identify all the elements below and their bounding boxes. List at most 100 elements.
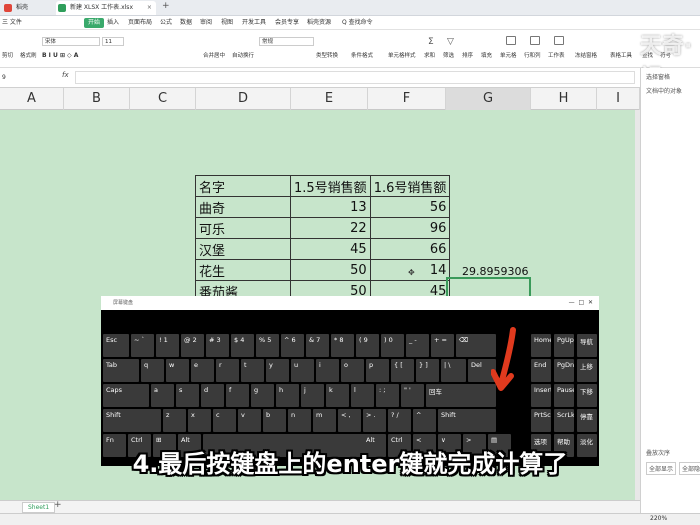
zoom-level[interactable]: 220% — [650, 515, 667, 522]
key-enter[interactable]: 回车 — [426, 384, 496, 407]
key[interactable]: h — [276, 384, 299, 407]
key-end[interactable]: End — [531, 359, 551, 382]
sort-button[interactable]: 排序 — [462, 51, 473, 59]
row-col-button[interactable]: 行和列 — [524, 51, 541, 59]
key[interactable]: * 8 — [331, 334, 354, 357]
header-cell-name[interactable]: 名字 — [195, 175, 291, 197]
cell-button[interactable]: 单元格 — [500, 51, 517, 59]
key[interactable]: y — [266, 359, 289, 382]
key-move-up[interactable]: 上移 — [577, 359, 597, 382]
key[interactable]: " ' — [401, 384, 424, 407]
add-sheet-icon[interactable]: + — [54, 500, 62, 510]
menu-review[interactable]: 审阅 — [200, 18, 212, 28]
font-select[interactable]: 宋体 — [42, 37, 100, 46]
sheet-tab-sheet1[interactable]: Sheet1 — [22, 502, 56, 513]
col-header-e[interactable]: E — [291, 88, 368, 110]
col-header-b[interactable]: B — [64, 88, 130, 110]
key-move-down[interactable]: 下移 — [577, 384, 597, 407]
menu-view[interactable]: 视图 — [221, 18, 233, 28]
col-header-c[interactable]: C — [130, 88, 196, 110]
col-header-g[interactable]: G — [446, 88, 531, 110]
key[interactable]: % 5 — [256, 334, 279, 357]
key[interactable]: w — [166, 359, 189, 382]
key-dock[interactable]: 停靠 — [577, 409, 597, 432]
key[interactable]: & 7 — [306, 334, 329, 357]
sum-button[interactable]: 求和 — [424, 51, 435, 59]
table-tools-button[interactable]: 表格工具 — [610, 51, 632, 59]
key[interactable]: q — [141, 359, 164, 382]
key[interactable]: n — [288, 409, 311, 432]
table-cell[interactable]: 66 — [369, 238, 451, 260]
menu-search-command[interactable]: Q 查找命令 — [342, 18, 373, 28]
key[interactable]: ? / — [388, 409, 411, 432]
key-pgup[interactable]: PgUp — [554, 334, 574, 357]
cut-button[interactable]: 剪切 — [2, 51, 13, 59]
table-cell[interactable]: 45 — [290, 238, 371, 260]
key[interactable]: g — [251, 384, 274, 407]
formula-input[interactable] — [75, 71, 635, 84]
key[interactable]: v — [238, 409, 261, 432]
table-cell[interactable]: 曲奇 — [195, 196, 291, 218]
key-shift-left[interactable]: Shift — [103, 409, 161, 432]
menu-formulas[interactable]: 公式 — [160, 18, 172, 28]
key[interactable]: d — [201, 384, 224, 407]
menu-home[interactable]: 开始 — [84, 18, 105, 28]
col-header-a[interactable]: A — [0, 88, 64, 110]
menu-page-layout[interactable]: 页面布局 — [128, 18, 152, 28]
key[interactable]: # 3 — [206, 334, 229, 357]
key-backspace[interactable]: ⌫ — [456, 334, 496, 357]
table-cell[interactable]: 96 — [369, 217, 451, 239]
merge-center-button[interactable]: 合并居中 — [203, 51, 225, 59]
key-nav[interactable]: 导航 — [577, 334, 597, 357]
menu-member[interactable]: 会员专享 — [275, 18, 299, 28]
key[interactable]: s — [176, 384, 199, 407]
header-cell-sales-1-5[interactable]: 1.5号销售额 — [290, 175, 371, 197]
menu-data[interactable]: 数据 — [180, 18, 192, 28]
key[interactable]: ) 0 — [381, 334, 404, 357]
key[interactable]: ^ 6 — [281, 334, 304, 357]
key[interactable]: r — [216, 359, 239, 382]
cell-style-button[interactable]: 单元格样式 — [388, 51, 416, 59]
menu-insert[interactable]: 插入 — [107, 18, 119, 28]
type-convert-button[interactable]: 类型转换 — [316, 51, 338, 59]
key[interactable]: m — [313, 409, 336, 432]
menu-developer[interactable]: 开发工具 — [242, 18, 266, 28]
worksheet-button[interactable]: 工作表 — [548, 51, 565, 59]
key-insert[interactable]: Insert — [531, 384, 551, 407]
tab-workbook[interactable]: 新建 XLSX 工作表.xlsx × — [56, 1, 156, 15]
key-tab[interactable]: Tab — [103, 359, 139, 382]
table-cell[interactable]: 13 — [290, 196, 371, 218]
keyboard-window-controls[interactable]: — □ ✕ — [569, 296, 593, 310]
key[interactable]: } ] — [416, 359, 439, 382]
menu-docer-resources[interactable]: 稻壳资源 — [307, 18, 331, 28]
col-header-h[interactable]: H — [531, 88, 597, 110]
key[interactable]: + = — [431, 334, 454, 357]
key[interactable]: $ 4 — [231, 334, 254, 357]
key[interactable]: a — [151, 384, 174, 407]
key[interactable]: > . — [363, 409, 386, 432]
key[interactable]: f — [226, 384, 249, 407]
key[interactable]: t — [241, 359, 264, 382]
key[interactable]: : ; — [376, 384, 399, 407]
key[interactable]: j — [301, 384, 324, 407]
key[interactable]: < , — [338, 409, 361, 432]
col-header-d[interactable]: D — [196, 88, 291, 110]
new-tab-icon[interactable]: + — [162, 1, 170, 11]
key-pgdn[interactable]: PgDn — [554, 359, 574, 382]
bold-icon[interactable]: B I U ⊞ ◇ A — [42, 52, 78, 59]
key[interactable]: _ - — [406, 334, 429, 357]
key[interactable]: { [ — [391, 359, 414, 382]
key-shift-right[interactable]: Shift — [438, 409, 496, 432]
key-arrow-up[interactable]: ^ — [413, 409, 436, 432]
key-scrlk[interactable]: ScrLk — [554, 409, 574, 432]
menu-file[interactable]: 三 文件 — [2, 18, 22, 28]
key[interactable]: c — [213, 409, 236, 432]
key[interactable]: u — [291, 359, 314, 382]
key[interactable]: p — [366, 359, 389, 382]
table-cell[interactable]: 可乐 — [195, 217, 291, 239]
table-cell[interactable]: 56 — [369, 196, 451, 218]
key[interactable]: ! 1 — [156, 334, 179, 357]
number-format-select[interactable]: 常规 — [259, 37, 314, 46]
table-cell[interactable]: 22 — [290, 217, 371, 239]
name-box[interactable]: 9 — [0, 71, 40, 84]
